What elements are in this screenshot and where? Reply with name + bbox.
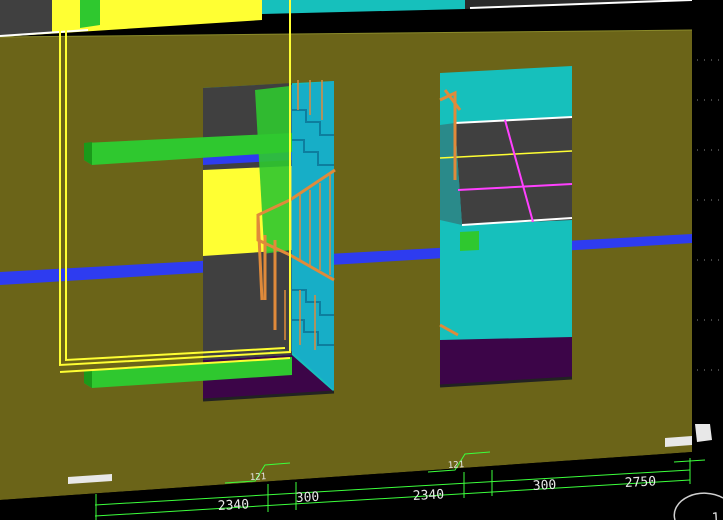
model-viewport[interactable]: 2340 300 2340 300 2750 121 121 1 <box>0 0 723 520</box>
level-tag-2: 121 <box>448 460 465 471</box>
level-tag-1: 121 <box>250 472 267 483</box>
dim-label-5: 2750 <box>624 474 656 491</box>
upper-floor-strip <box>0 0 693 38</box>
facade-wall[interactable] <box>0 30 692 500</box>
viewport-canvas[interactable]: 2340 300 2340 300 2750 121 121 1 <box>0 0 723 520</box>
dim-label-4: 300 <box>532 478 556 494</box>
marker-block <box>460 231 479 251</box>
axis-tag: 1 <box>711 511 720 520</box>
dim-label-3: 2340 <box>412 487 444 504</box>
dim-label-2: 300 <box>295 490 319 506</box>
stairwell-right[interactable] <box>439 66 573 388</box>
dim-label-1: 2340 <box>217 497 249 514</box>
